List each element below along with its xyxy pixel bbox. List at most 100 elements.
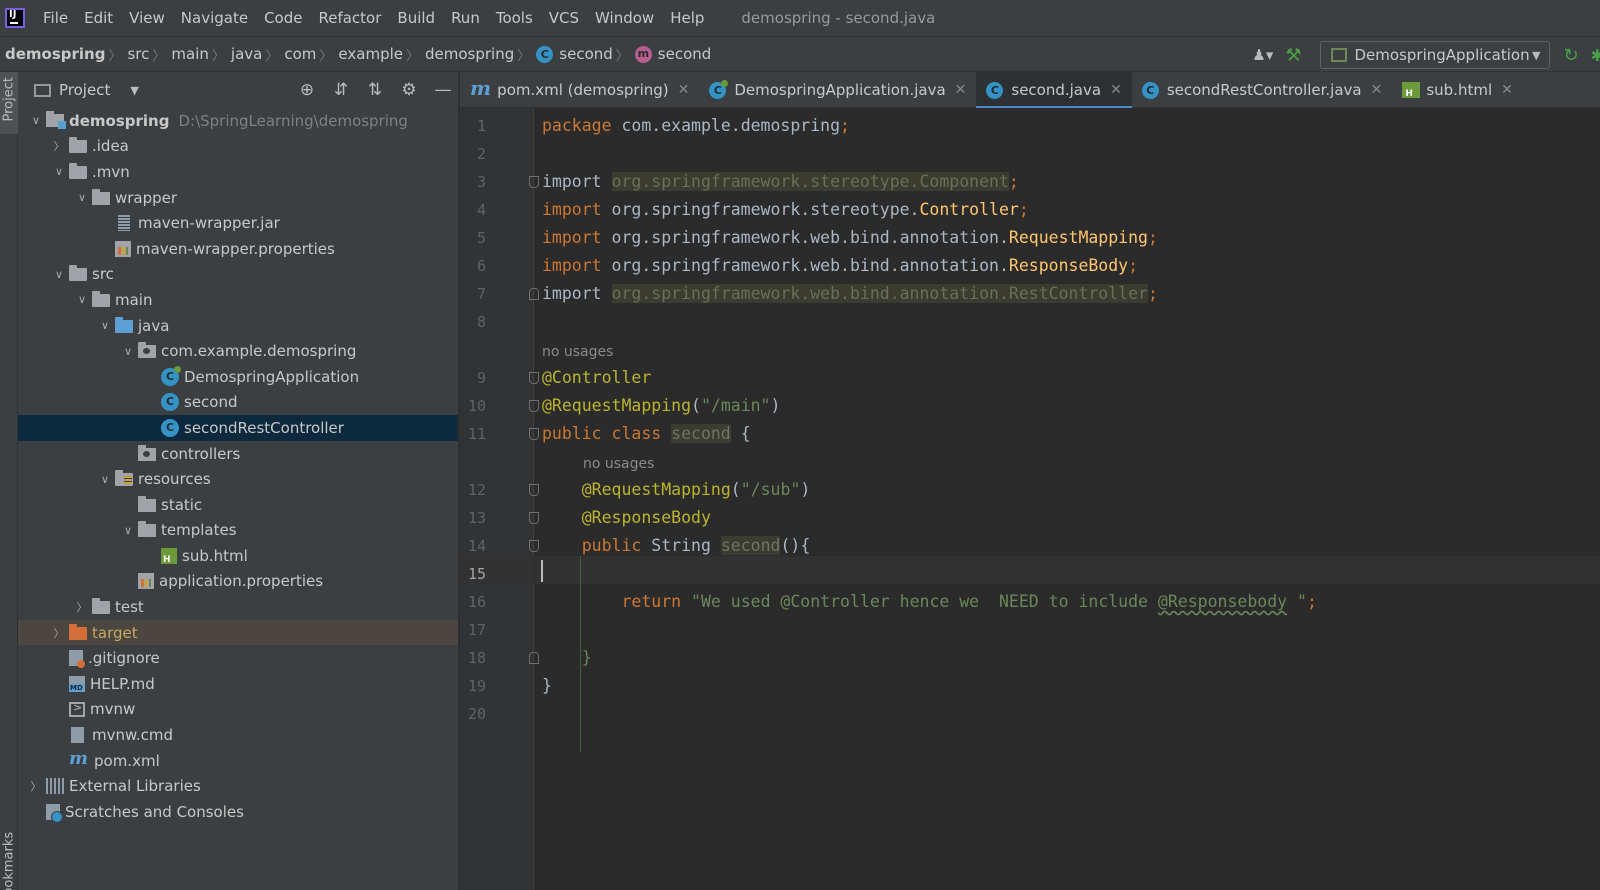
fold-marker-icon[interactable] [529, 512, 539, 524]
breadcrumb-src[interactable]: src [127, 45, 149, 63]
close-icon[interactable]: ✕ [955, 82, 967, 98]
menu-refactor[interactable]: Refactor [318, 9, 381, 27]
tree-item-mvnw-cmd[interactable]: 〉mvnw.cmd [18, 722, 458, 748]
menu-navigate[interactable]: Navigate [181, 9, 248, 27]
chevron-down-icon[interactable]: ∨ [118, 524, 138, 537]
code-editor[interactable]: 1 package com.example.demospring; 2 3 import… [460, 108, 1600, 890]
project-tool-button[interactable]: Project [2, 77, 17, 121]
no-usages-hint[interactable]: no usages [542, 344, 613, 360]
tree-item-static[interactable]: 〉static [18, 492, 458, 518]
menu-run[interactable]: Run [451, 9, 480, 27]
tree-item-sub-html[interactable]: 〉sub.html [18, 543, 458, 569]
breadcrumb-example[interactable]: example [338, 45, 403, 63]
close-icon[interactable]: ✕ [678, 82, 690, 98]
tree-item-target[interactable]: 〉 target [18, 619, 458, 646]
breadcrumb-main[interactable]: main [171, 45, 208, 63]
chevron-down-icon[interactable]: ∨ [49, 268, 69, 281]
fold-marker-icon[interactable] [529, 484, 539, 496]
project-view-title[interactable]: Project [59, 81, 110, 99]
tab-sub-html[interactable]: sub.html ✕ [1392, 72, 1523, 108]
breadcrumb-method[interactable]: m second [634, 45, 711, 63]
tab-secondrestcontroller-java[interactable]: CsecondRestController.java ✕ [1132, 72, 1393, 108]
tree-item-src[interactable]: ∨ src [18, 262, 458, 288]
fold-marker-icon[interactable] [529, 400, 539, 412]
menu-tools[interactable]: Tools [496, 9, 533, 27]
tree-item-maven-wrapper-properties[interactable]: 〉maven-wrapper.properties [18, 236, 458, 262]
tree-item-idea[interactable]: 〉 .idea [18, 134, 458, 160]
menu-view[interactable]: View [129, 9, 165, 27]
breadcrumb-project[interactable]: demospring [5, 45, 105, 63]
menu-file[interactable]: File [43, 9, 68, 27]
tree-item-mvnw[interactable]: 〉mvnw [18, 697, 458, 723]
chevron-down-icon[interactable]: ∨ [49, 165, 69, 178]
menu-vcs[interactable]: VCS [549, 9, 579, 27]
user-account-icon[interactable]: ♟▾ [1252, 46, 1273, 64]
expand-all-icon[interactable]: ⇵ [332, 80, 350, 100]
chevron-down-icon[interactable]: ▼ [130, 84, 138, 97]
chevron-down-icon[interactable]: ∨ [26, 114, 46, 127]
chevron-right-icon[interactable]: 〉 [72, 599, 92, 615]
tree-item-templates[interactable]: ∨ templates [18, 518, 458, 544]
hide-panel-icon[interactable]: — [434, 80, 452, 100]
chevron-right-icon[interactable]: 〉 [26, 778, 46, 794]
locate-target-icon[interactable]: ⊕ [298, 80, 316, 100]
close-icon[interactable]: ✕ [1371, 82, 1383, 98]
collapse-all-icon[interactable]: ⇅ [366, 80, 384, 100]
tree-item-java[interactable]: ∨ java [18, 313, 458, 339]
tree-item-application-properties[interactable]: 〉application.properties [18, 569, 458, 595]
chevron-down-icon[interactable]: ∨ [72, 293, 92, 306]
tree-item-gitignore[interactable]: 〉.gitignore [18, 645, 458, 671]
tree-item-secondrestcontroller[interactable]: 〉secondRestController [18, 415, 458, 441]
tree-item-second[interactable]: 〉second [18, 390, 458, 416]
tree-item-resources[interactable]: ∨ resources [18, 466, 458, 492]
tab-demospringapplication-java[interactable]: C DemospringApplication.java ✕ [699, 72, 976, 108]
chevron-down-icon[interactable]: ∨ [72, 191, 92, 204]
tree-item-pom-xml[interactable]: 〉pom.xml [18, 748, 458, 774]
tab-second-java[interactable]: Csecond.java ✕ [976, 72, 1133, 109]
close-icon[interactable]: ✕ [1110, 82, 1122, 98]
run-configuration-select[interactable]: DemospringApplication ▼ [1319, 41, 1550, 69]
chevron-down-icon[interactable]: ∨ [95, 319, 115, 332]
chevron-down-icon[interactable]: ∨ [95, 473, 115, 486]
chevron-right-icon[interactable]: 〉 [49, 138, 69, 154]
tree-item-test[interactable]: 〉 test [18, 594, 458, 620]
gear-icon[interactable]: ⚙ [400, 80, 418, 100]
menu-help[interactable]: Help [670, 9, 704, 27]
tree-item-label: second [184, 393, 238, 412]
tree-item-help-md[interactable]: 〉HELP.md [18, 671, 458, 697]
breadcrumb-java[interactable]: java [231, 45, 262, 63]
tab-pom-xml-demospring[interactable]: m pom.xml (demospring) ✕ [460, 72, 699, 108]
tree-item-external-libraries[interactable]: 〉 External Libraries [18, 773, 458, 799]
fold-marker-icon[interactable] [529, 288, 539, 300]
rerun-icon[interactable]: ↻ [1564, 45, 1579, 66]
menu-edit[interactable]: Edit [84, 9, 113, 27]
intellij-logo-icon[interactable] [5, 8, 25, 28]
tree-item-controllers[interactable]: 〉controllers [18, 441, 458, 467]
bookmarks-tool-button[interactable]: Bookmarks [2, 832, 17, 890]
breadcrumb-com[interactable]: com [284, 45, 316, 63]
chevron-down-icon[interactable]: ∨ [118, 345, 138, 358]
tree-item-com-example-demospring[interactable]: ∨ com.example.demospring [18, 338, 458, 364]
tree-item-scratches-and-consoles[interactable]: 〉Scratches and Consoles [18, 799, 458, 825]
fold-marker-icon[interactable] [529, 176, 539, 188]
debug-icon[interactable]: ✱ [1591, 46, 1600, 65]
tree-item-main[interactable]: ∨ main [18, 287, 458, 313]
tree-item-wrapper[interactable]: ∨ wrapper [18, 185, 458, 211]
tree-item-maven-wrapper-jar[interactable]: 〉maven-wrapper.jar [18, 210, 458, 236]
fold-marker-icon[interactable] [529, 428, 539, 440]
fold-marker-icon[interactable] [529, 652, 539, 664]
fold-marker-icon[interactable] [529, 540, 539, 552]
menu-build[interactable]: Build [397, 9, 435, 27]
breadcrumb-demospring[interactable]: demospring [425, 45, 514, 63]
no-usages-hint[interactable]: no usages [583, 456, 654, 472]
build-hammer-icon[interactable]: ⚒ [1285, 45, 1301, 66]
menu-window[interactable]: Window [595, 9, 654, 27]
menu-code[interactable]: Code [264, 9, 302, 27]
close-icon[interactable]: ✕ [1501, 82, 1513, 98]
chevron-right-icon[interactable]: 〉 [49, 625, 69, 641]
tree-item-demospring[interactable]: ∨ demospring D:\SpringLearning\demospring [18, 108, 458, 134]
breadcrumb-class[interactable]: Csecond [536, 45, 613, 63]
tree-item-mvn[interactable]: ∨ .mvn [18, 159, 458, 185]
fold-marker-icon[interactable] [529, 372, 539, 384]
tree-item-demospringapplication[interactable]: 〉DemospringApplication [18, 364, 458, 390]
